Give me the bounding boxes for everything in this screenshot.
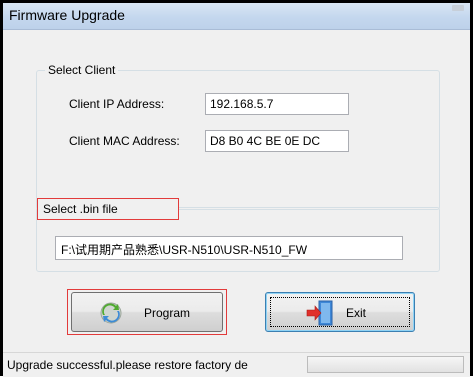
status-bar: Upgrade successful.please restore factor… <box>3 352 470 377</box>
client-ip-label: Client IP Address: <box>69 97 165 111</box>
program-button-label: Program <box>144 306 191 320</box>
client-ip-field[interactable]: 192.168.5.7 <box>205 93 349 115</box>
gear-refresh-icon <box>98 301 124 328</box>
select-bin-group: Select .bin file F:\试用期产品熟悉\USR-N510\USR… <box>36 198 440 272</box>
exit-button-label: Exit <box>346 306 367 320</box>
select-bin-caption-highlight: Select .bin file <box>37 198 179 220</box>
exit-button-focus-rect <box>270 297 410 327</box>
bin-file-path-field[interactable]: F:\试用期产品熟悉\USR-N510\USR-N510_FW <box>55 236 403 260</box>
window-title: Firmware Upgrade <box>9 7 125 23</box>
select-bin-caption: Select .bin file <box>43 202 118 216</box>
program-button[interactable]: Program <box>71 292 223 332</box>
status-message: Upgrade successful.please restore factor… <box>7 358 248 372</box>
dialog-body: Select Client Client IP Address: 192.168… <box>3 30 470 376</box>
exit-door-icon <box>306 300 334 329</box>
client-mac-label: Client MAC Address: <box>69 134 180 148</box>
client-mac-field[interactable]: D8 B0 4C BE 0E DC <box>205 130 349 152</box>
exit-button[interactable]: Exit <box>265 292 415 332</box>
title-bar-button[interactable] <box>452 5 464 11</box>
status-progress-bar <box>307 356 464 373</box>
title-bar[interactable]: Firmware Upgrade <box>3 3 470 30</box>
select-client-caption: Select Client <box>45 63 119 77</box>
